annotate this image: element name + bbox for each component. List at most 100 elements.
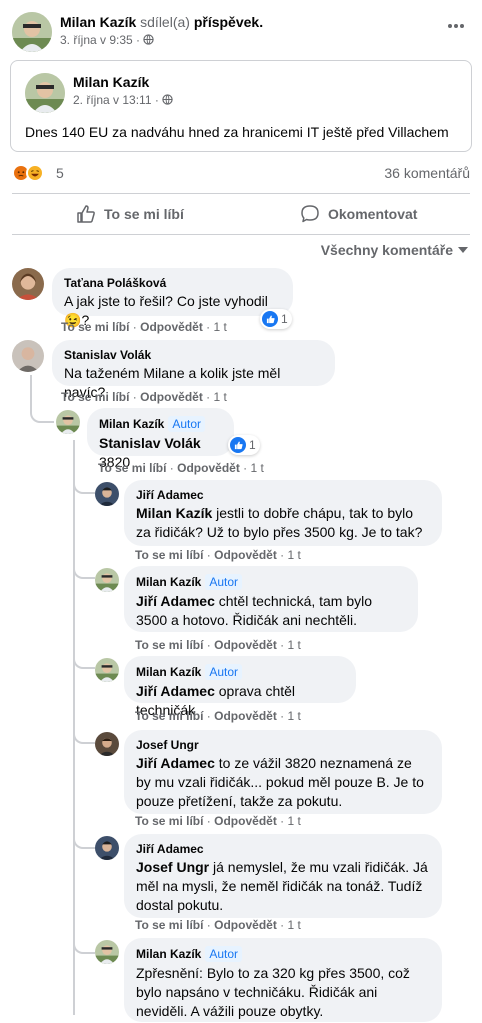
avatar[interactable] — [12, 340, 44, 372]
post-time[interactable]: 3. října v 9:35 · — [60, 33, 140, 47]
comment-bubble: Stanislav Volák Na taženém Milane a koli… — [52, 340, 335, 400]
comment-author-name[interactable]: Milan Kazík — [136, 575, 201, 589]
comment-reactions[interactable]: 1 — [228, 435, 260, 455]
comment-reply-link[interactable]: Odpovědět — [214, 638, 277, 652]
mention-link[interactable]: Jiří Adamec — [136, 683, 215, 699]
avatar[interactable] — [95, 482, 119, 506]
thread-line — [73, 730, 95, 744]
avatar[interactable] — [95, 836, 119, 860]
reactions-summary[interactable] — [12, 163, 52, 183]
comment-age[interactable]: 1 t — [250, 461, 263, 475]
avatar[interactable] — [25, 73, 65, 113]
post-title: Milan Kazík sdílel(a) příspěvek. — [60, 14, 263, 30]
comment-author: Milan Kazík Autor — [136, 946, 430, 962]
comment-age[interactable]: 1 t — [287, 709, 300, 723]
comment-like-link[interactable]: To se mi líbí — [98, 461, 166, 475]
comment-label: Okomentovat — [328, 206, 418, 222]
comment-actions: To se mi líbí · Odpovědět · 1 t — [61, 390, 227, 404]
comment-button[interactable]: Okomentovat — [300, 198, 417, 230]
like-reaction-icon — [262, 311, 278, 327]
comment-count[interactable]: 36 komentářů — [384, 165, 470, 181]
comment-author[interactable]: Jiří Adamec — [136, 842, 430, 856]
comment-author-name[interactable]: Milan Kazík — [136, 947, 201, 961]
comment-actions: To se mi líbí · Odpovědět · 1 t — [135, 814, 301, 828]
divider — [12, 234, 470, 235]
shared-post-text: Dnes 140 EU za nadváhu hned za hranicemi… — [25, 124, 449, 140]
mention-link[interactable]: Jiří Adamec — [136, 593, 215, 609]
post-verb: sdílel(a) — [140, 14, 190, 30]
author-badge: Autor — [205, 574, 243, 590]
comment-author[interactable]: Jiří Adamec — [136, 488, 430, 502]
comment-like-link[interactable]: To se mi líbí — [135, 918, 203, 932]
comment-like-link[interactable]: To se mi líbí — [135, 548, 203, 562]
author-badge: Autor — [168, 416, 206, 432]
comment-reply-link[interactable]: Odpovědět — [214, 709, 277, 723]
comment-author[interactable]: Stanislav Volák — [64, 348, 323, 362]
comment-actions: To se mi líbí · Odpovědět · 1 t — [135, 638, 301, 652]
globe-icon — [162, 93, 173, 107]
comment-reply-link[interactable]: Odpovědět — [214, 548, 277, 562]
comment-age[interactable]: 1 t — [287, 638, 300, 652]
comment-text: Jiří Adamec chtěl technická, tam bylo 35… — [136, 592, 406, 630]
mention-link[interactable]: Milan Kazík — [136, 505, 212, 521]
comment-actions: To se mi líbí · Odpovědět · 1 t — [135, 918, 301, 932]
comment-like-link[interactable]: To se mi líbí — [61, 320, 129, 334]
comment-like-count: 1 — [281, 312, 288, 326]
comment-like-link[interactable]: To se mi líbí — [135, 638, 203, 652]
shared-post-time[interactable]: 2. října v 13:11 · — [73, 93, 159, 107]
avatar[interactable] — [12, 268, 44, 300]
comment-age[interactable]: 1 t — [287, 548, 300, 562]
avatar[interactable] — [12, 12, 52, 52]
mention-link[interactable]: Stanislav Volák — [99, 435, 201, 451]
comment-author-name[interactable]: Milan Kazík — [99, 417, 164, 431]
author-badge: Autor — [205, 946, 243, 962]
avatar[interactable] — [95, 940, 119, 964]
comment-age[interactable]: 1 t — [287, 814, 300, 828]
comment-author: Milan Kazík Autor — [99, 416, 222, 432]
comment-text: Milan Kazík jestli to dobře chápu, tak t… — [136, 504, 430, 542]
comment-reply-link[interactable]: Odpovědět — [177, 461, 240, 475]
comment-age[interactable]: 1 t — [213, 320, 226, 334]
comment-reply-link[interactable]: Odpovědět — [140, 390, 203, 404]
mention-link[interactable]: Jiří Adamec — [136, 755, 215, 771]
more-options-button[interactable] — [442, 16, 470, 44]
like-button[interactable]: To se mi líbí — [76, 198, 184, 230]
comment-reply-link[interactable]: Odpovědět — [140, 320, 203, 334]
avatar[interactable] — [95, 568, 119, 592]
shared-author-name[interactable]: Milan Kazík — [73, 74, 149, 90]
globe-icon — [143, 33, 155, 47]
comment-like-link[interactable]: To se mi líbí — [135, 709, 203, 723]
thread-line — [73, 480, 95, 494]
comment-reply-link[interactable]: Odpovědět — [214, 814, 277, 828]
comment-like-count: 1 — [249, 438, 256, 452]
thread-line — [30, 409, 54, 423]
thread-line — [73, 940, 95, 954]
comment-actions: To se mi líbí · Odpovědět · 1 t — [98, 461, 264, 475]
haha-reaction-icon — [26, 164, 44, 182]
comment-bubble: Josef Ungr Jiří Adamec to ze vážil 3820 … — [124, 730, 442, 814]
avatar[interactable] — [95, 658, 119, 682]
author-name[interactable]: Milan Kazík — [60, 14, 136, 30]
comment-age[interactable]: 1 t — [287, 918, 300, 932]
divider — [12, 193, 470, 194]
avatar[interactable] — [95, 732, 119, 756]
comment-author[interactable]: Josef Ungr — [136, 738, 430, 752]
comment-reply-link[interactable]: Odpovědět — [214, 918, 277, 932]
avatar[interactable] — [56, 410, 80, 434]
comment-like-link[interactable]: To se mi líbí — [135, 814, 203, 828]
thread-line — [30, 375, 32, 409]
shared-post-meta: 2. října v 13:11 · — [73, 93, 173, 107]
reaction-count[interactable]: 5 — [56, 165, 64, 181]
mention-link[interactable]: Josef Ungr — [136, 859, 209, 875]
comment-author-name[interactable]: Milan Kazík — [136, 665, 201, 679]
comment-age[interactable]: 1 t — [213, 390, 226, 404]
comment-sort-dropdown[interactable]: Všechny komentáře — [321, 242, 468, 258]
comment-like-link[interactable]: To se mi líbí — [61, 390, 129, 404]
comment-actions: To se mi líbí · Odpovědět · 1 t — [135, 548, 301, 562]
post-object-link[interactable]: příspěvek. — [194, 14, 263, 30]
comment-author[interactable]: Taťana Polášková — [64, 276, 281, 290]
comment-bubble: Milan Kazík Autor Zpřesnění: Bylo to za 3… — [124, 938, 442, 1022]
thumbs-up-icon — [77, 205, 95, 223]
shared-post-card[interactable]: Milan Kazík 2. října v 13:11 · Dnes 140 … — [10, 60, 472, 152]
comment-reactions[interactable]: 1 — [260, 309, 292, 329]
